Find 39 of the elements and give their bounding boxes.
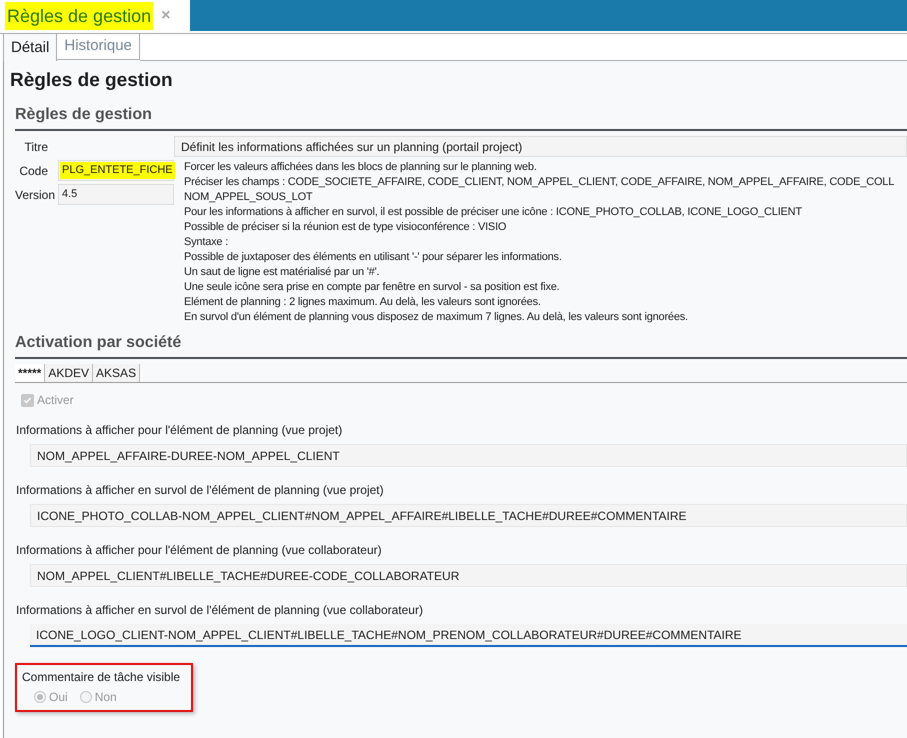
field-label: Code (18, 162, 49, 180)
description-line: Possible de juxtaposer des éléments en utilisant '-' pour séparer les informations. (184, 250, 563, 265)
radio-label: Non (94, 689, 117, 706)
input-field[interactable]: NOM_APPEL_CLIENT#LIBELLE_TACHE#DUREE-CODE_COLLABORATEUR (30, 564, 907, 587)
check-icon (23, 396, 32, 404)
input-field[interactable]: ICONE_LOGO_CLIENT-NOM_APPEL_CLIENT#LIBELLE_TACHE#NOM_PRENOM_COLLABORATEUR#DUREE#COMMENTAIRE (30, 624, 907, 647)
description-line: Pour les informations à afficher en survol, il est possible de préciser une icône : ICONE_PHOTO_COLLAB, ICONE_LOGO_CLIENT (184, 205, 803, 220)
field-label: Titre (23, 138, 49, 156)
page-title: Règles de gestion (10, 69, 174, 93)
tab[interactable]: Détail (3, 34, 58, 63)
field-label: Informations à afficher en survol de l'élément de planning (vue projet) (16, 483, 385, 498)
description-line: Une seule icône sera prise en compte par fenêtre en survol - sa position est fixe. (184, 280, 561, 295)
description-line: Forcer les valeurs affichées dans les blocs de planning sur le planning web. (184, 160, 538, 175)
document-tab-title[interactable]: Règles de gestion (5, 2, 154, 30)
input-field[interactable]: ICONE_PHOTO_COLLAB-NOM_APPEL_CLIENT#NOM_APPEL_AFFAIRE#LIBELLE_TACHE#DUREE#COMMENTAIRE (30, 504, 907, 527)
company-tab[interactable]: AKDEV (45, 364, 94, 382)
field-label: Informations à afficher en survol de l'élément de planning (vue collaborateur) (16, 603, 424, 618)
tab[interactable]: Historique (57, 34, 140, 60)
description-line: Préciser les champs : CODE_SOCIETE_AFFAIRE, CODE_CLIENT, NOM_APPEL_CLIENT, CODE_AFFAIRE, NOM_APPEL_AFFAIRE, CODE_COLL (184, 175, 896, 190)
description-line: En survol d'un élément de planning vous disposez de maximum 7 lignes. Au delà, les valeurs sont ignorées. (184, 310, 689, 325)
description-line: NOM_APPEL_SOUS_LOT (184, 190, 314, 205)
input-field[interactable]: NOM_APPEL_AFFAIRE-DUREE-NOM_APPEL_CLIENT (30, 444, 907, 467)
field-label: Informations à afficher pour l'élément de planning (vue collaborateur) (16, 543, 383, 558)
section-heading: Règles de gestion (15, 105, 153, 125)
radio-group-label: Commentaire de tâche visible (22, 669, 182, 685)
section-heading: Activation par société (15, 333, 182, 353)
description-line: Possible de préciser si la réunion est de type visioconférence : VISIO (184, 220, 508, 235)
company-tab[interactable]: AKSAS (93, 364, 140, 382)
description-line: Elément de planning : 2 lignes maximum. Au delà, les valeurs sont ignorées. (184, 295, 542, 310)
checkbox-label: Activer (37, 392, 74, 409)
input-field[interactable]: 4.5 (58, 184, 174, 205)
description-line: Syntaxe : (184, 235, 230, 250)
description-line: Un saut de ligne est matérialisé par un '#'. (184, 265, 380, 280)
input-field[interactable]: Définit les informations affichées sur un planning (portail project) (174, 136, 907, 157)
field-label: Version (15, 186, 56, 204)
field-label: Informations à afficher pour l'élément de planning (vue projet) (16, 423, 344, 438)
company-tab[interactable]: ***** (15, 364, 46, 382)
radio-label: Oui (49, 689, 68, 706)
field-value: 4.5 (61, 187, 78, 202)
